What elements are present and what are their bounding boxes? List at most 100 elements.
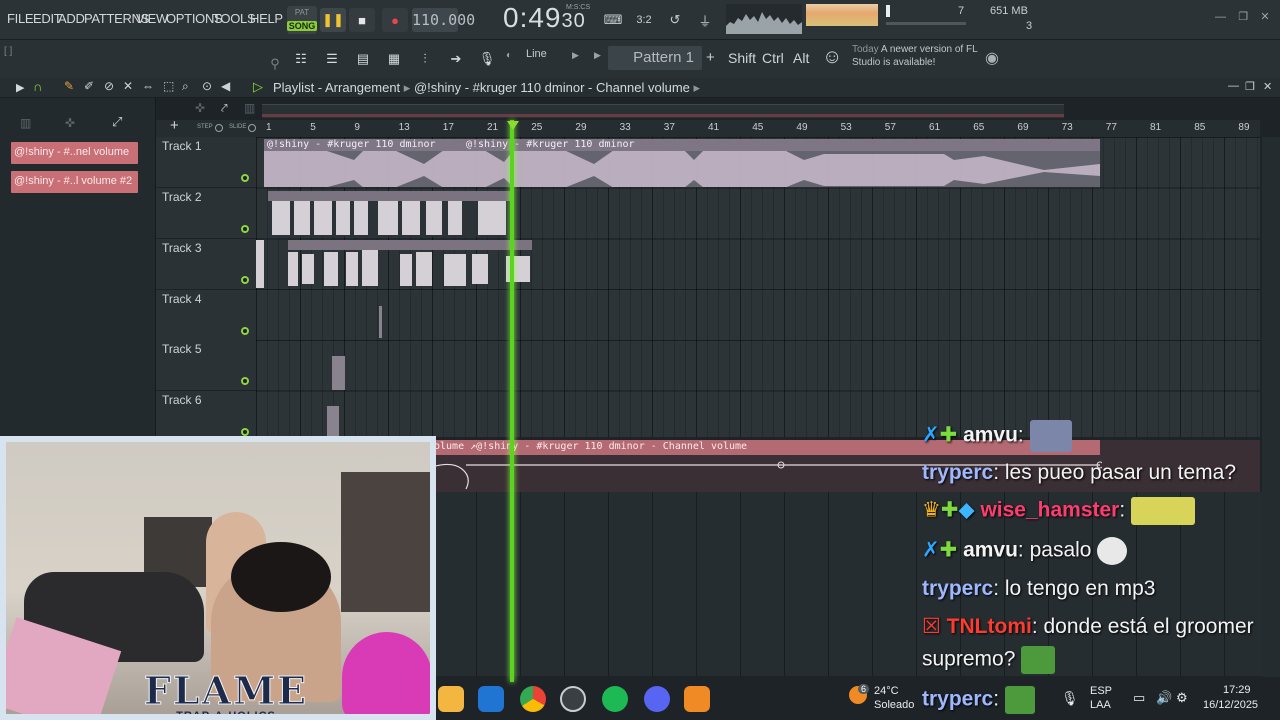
fl-studio-icon[interactable]: [684, 686, 710, 712]
speaker-icon[interactable]: ◀: [221, 79, 230, 93]
stop-button[interactable]: ■: [349, 8, 375, 32]
chrome-icon[interactable]: [520, 686, 546, 712]
countdown-button[interactable]: 3:2: [631, 8, 657, 32]
play-icon[interactable]: ▷: [253, 79, 263, 95]
language-primary[interactable]: ESP: [1090, 685, 1112, 697]
pin-icon: ⚲: [270, 56, 280, 71]
playhead[interactable]: [510, 120, 514, 682]
pause-button[interactable]: ❚❚: [320, 8, 346, 32]
clip-source-item[interactable]: @!shiny - #..nel volume: [11, 142, 138, 164]
metronome-button[interactable]: ⏚: [692, 8, 718, 32]
restore-icon[interactable]: ❐: [1238, 11, 1248, 23]
delete-icon[interactable]: ⊘: [104, 79, 114, 93]
select-icon[interactable]: ⬚: [163, 79, 174, 93]
magnet-icon[interactable]: ∩: [33, 79, 42, 94]
paint-icon[interactable]: ✐: [84, 79, 94, 93]
clip-label: @!shiny - #kruger 110 dminor: [267, 139, 436, 150]
tool-grid-icon[interactable]: ▥: [244, 101, 255, 115]
master-volume-slider[interactable]: [886, 22, 966, 25]
track-header[interactable]: Track 6: [156, 391, 256, 442]
track-mute-led[interactable]: [241, 276, 249, 284]
pin-button[interactable]: ⚲: [262, 52, 288, 76]
pattern-prev-icon[interactable]: ▶: [594, 50, 601, 61]
mixer-button[interactable]: ⫶: [412, 47, 438, 71]
menu-file[interactable]: FILE: [7, 11, 34, 26]
slide-toggle[interactable]: [248, 124, 256, 132]
vertical-scrollbar[interactable]: [1262, 137, 1280, 677]
menu-tools[interactable]: TOOLS: [213, 11, 256, 26]
track-mute-led[interactable]: [241, 174, 249, 182]
snap-dropdown-icon[interactable]: ▶: [572, 50, 579, 61]
news-icon[interactable]: ☺: [822, 46, 842, 69]
tool-move-icon[interactable]: ✜: [195, 101, 205, 115]
track-mute-led[interactable]: [241, 225, 249, 233]
track-mute-led[interactable]: [241, 428, 249, 436]
pat-song-toggle[interactable]: PAT SONG: [287, 6, 317, 34]
playlist-button[interactable]: ☷: [288, 47, 314, 71]
pencil-icon[interactable]: ✎: [64, 79, 74, 93]
panel-pattern-icon[interactable]: ▥: [20, 116, 31, 130]
zoom-icon[interactable]: ⌕: [182, 79, 189, 94]
ctrl-key[interactable]: Ctrl: [762, 50, 784, 66]
playlist-minimize-icon[interactable]: —: [1228, 80, 1239, 92]
slip-icon[interactable]: ⇔: [142, 79, 154, 93]
outlook-icon[interactable]: [478, 686, 504, 712]
loop-record-button[interactable]: ↺: [662, 8, 688, 32]
playlist-restore-icon[interactable]: ❐: [1245, 80, 1255, 93]
panel-audio-icon[interactable]: ✜: [65, 116, 75, 130]
clip-source-item[interactable]: @!shiny - #..l volume #2: [11, 171, 138, 193]
track-mute-led[interactable]: [241, 377, 249, 385]
playhead-marker[interactable]: [507, 121, 519, 130]
add-track-icon[interactable]: +: [170, 117, 179, 134]
menu-help[interactable]: HELP: [250, 11, 283, 26]
monitor-icon[interactable]: ▭: [1133, 690, 1145, 706]
close-icon[interactable]: ✕: [1260, 11, 1269, 23]
mute-icon[interactable]: ✕: [123, 79, 133, 93]
track-mute-led[interactable]: [241, 327, 249, 335]
menu-view[interactable]: VIEW: [136, 11, 168, 26]
playback-icon[interactable]: ⊙: [202, 79, 212, 93]
discord-icon[interactable]: [644, 686, 670, 712]
clock-date[interactable]: 16/12/2025: [1203, 699, 1258, 711]
track-header[interactable]: Track 5: [156, 340, 256, 391]
track-header[interactable]: Track 3: [156, 239, 256, 290]
menu-arrow-icon[interactable]: ▶: [16, 81, 24, 94]
language-secondary[interactable]: LAA: [1090, 699, 1111, 711]
fl-logo-icon[interactable]: ◉: [985, 48, 999, 68]
small-clip[interactable]: [327, 406, 339, 438]
panel-automation-icon[interactable]: ⤢: [112, 114, 122, 130]
clock-time[interactable]: 17:29: [1223, 684, 1251, 696]
alt-key[interactable]: Alt: [793, 50, 809, 66]
shift-key[interactable]: Shift: [728, 50, 756, 66]
track-header[interactable]: Track 4: [156, 290, 256, 341]
add-pattern-icon[interactable]: +: [706, 49, 715, 66]
tool-curve-icon[interactable]: ⤤: [221, 101, 228, 116]
track-header[interactable]: Track 2: [156, 188, 256, 239]
browser-button[interactable]: ▦: [381, 47, 407, 71]
typing-keyboard-button[interactable]: ⌨: [600, 8, 626, 32]
arrow-button[interactable]: ➔: [443, 47, 469, 71]
playlist-close-icon[interactable]: ✕: [1263, 80, 1272, 93]
pattern-selector[interactable]: Pattern 1: [608, 46, 702, 70]
mic-icon[interactable]: 🎙: [1061, 690, 1079, 707]
step-toggle[interactable]: [215, 124, 223, 132]
record-button[interactable]: ●: [382, 8, 408, 32]
timeline-ruler[interactable]: 1 5 9 13 17 21 25 29 33 37 41 45 49 53 57 61 65 69 73 77 81 8…: [256, 120, 1260, 137]
channel-rack-button[interactable]: ☰: [319, 47, 345, 71]
piano-roll-button[interactable]: ▤: [350, 47, 376, 71]
tempo-display[interactable]: 110.000: [412, 8, 475, 32]
menu-add[interactable]: ADD: [58, 11, 85, 26]
mic-button[interactable]: 🎙: [474, 47, 500, 71]
news-panel[interactable]: Today A newer version of FL Studio is av…: [852, 43, 982, 73]
file-explorer-icon[interactable]: [438, 686, 464, 712]
track-header[interactable]: Track 1: [156, 137, 256, 188]
network-icon[interactable]: ⚙: [1176, 690, 1188, 706]
ruler-bar-number: 37: [663, 122, 675, 133]
volume-icon[interactable]: 🔊: [1156, 690, 1172, 706]
minimize-icon[interactable]: —: [1215, 11, 1226, 23]
app-icon[interactable]: [560, 686, 586, 712]
spotify-icon[interactable]: [602, 686, 628, 712]
small-clip[interactable]: [332, 356, 345, 390]
small-clip[interactable]: [379, 306, 382, 338]
snap-selector[interactable]: Line: [510, 48, 580, 66]
